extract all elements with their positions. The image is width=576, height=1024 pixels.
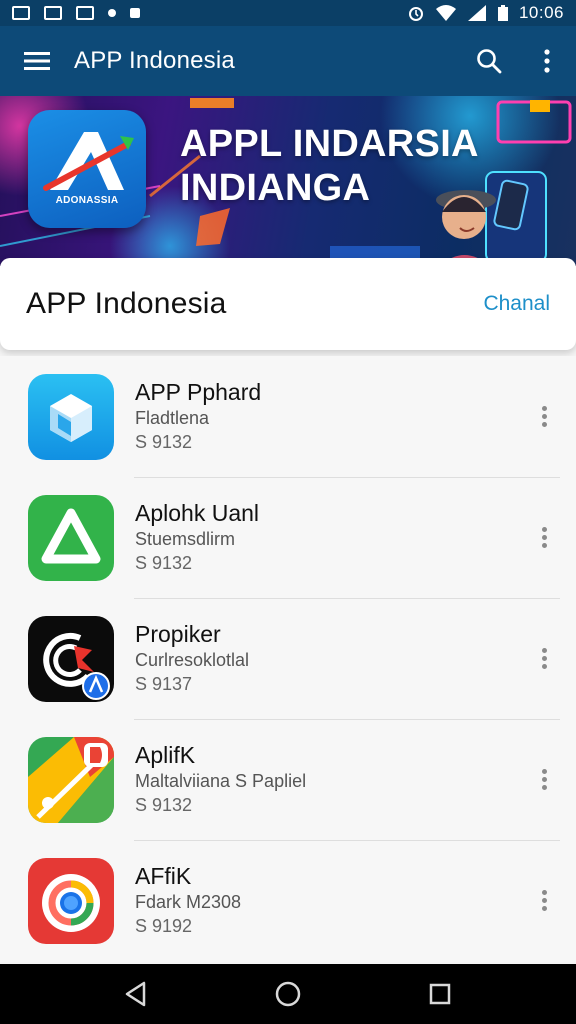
promo-banner[interactable]: ADONASSIA APPL INDARSIA INDIANGA (0, 96, 576, 266)
list-item[interactable]: Aplohk Uanl Stuemsdlirm S 9132 (0, 477, 576, 598)
banner-headline-line-1: APPL INDARSIA (180, 123, 479, 165)
banner-app-logo: ADONASSIA (28, 110, 146, 228)
more-vert-icon[interactable] (530, 881, 558, 921)
more-vert-icon[interactable] (530, 760, 558, 800)
system-icons: 10:06 (407, 3, 564, 23)
more-vert-icon[interactable] (530, 639, 558, 679)
app-info: Propiker Curlresoklotlal S 9137 (135, 620, 249, 696)
signal-icon (467, 5, 486, 21)
system-nav-bar (0, 964, 576, 1024)
app-name: Aplohk Uanl (135, 500, 260, 526)
app-icon-target (28, 615, 114, 702)
app-info: AplifK Maltalviiana S Papliel S 9132 (135, 741, 306, 817)
home-button[interactable] (258, 964, 318, 1024)
home-circle-icon (275, 981, 301, 1007)
app-subtitle: Fdark M2308 (135, 892, 242, 912)
app-notification-icon (76, 6, 94, 20)
app-icon-ring (28, 857, 114, 944)
ring-icon (28, 857, 114, 944)
recents-square-icon (429, 983, 451, 1005)
list-item[interactable]: AFfiK Fdark M2308 S 9192 (0, 840, 576, 961)
app-name: AplifK (135, 742, 196, 768)
menu-button[interactable] (0, 26, 74, 96)
section-header: APP Indonesia Chanal (0, 258, 576, 350)
hamburger-menu-icon (24, 52, 50, 70)
app-icon-triangle (28, 494, 114, 581)
alarm-icon (408, 7, 423, 21)
square-notification-icon (130, 8, 140, 18)
app-subtitle: Maltalviiana S Papliel (135, 771, 307, 791)
overflow-menu-button[interactable] (518, 26, 576, 96)
back-triangle-icon (125, 981, 146, 1007)
wifi-icon (435, 5, 456, 21)
banner-person-illustration (436, 179, 529, 266)
image-notification-icon (12, 6, 30, 20)
section-link[interactable]: Chanal (483, 292, 550, 316)
banner-logo-text: ADONASSIA (55, 195, 119, 206)
app-size: S 9137 (135, 674, 193, 694)
app-size: S 9132 (135, 553, 193, 573)
app-info: Aplohk Uanl Stuemsdlirm S 9132 (135, 499, 259, 575)
battery-icon (497, 5, 508, 21)
app-subtitle: Fladtlena (135, 408, 210, 428)
triangle-icon (28, 494, 114, 581)
app-bar-actions (460, 26, 576, 96)
dot-notification-icon (108, 9, 116, 17)
cube-icon (28, 373, 114, 460)
app-size: S 9132 (135, 432, 193, 452)
search-button[interactable] (460, 26, 518, 96)
status-bar: 10:06 (0, 0, 576, 26)
app-bar: APP Indonesia (0, 26, 576, 96)
recents-button[interactable] (410, 964, 470, 1024)
app-list: APP Pphard Fladtlena S 9132 Aplohk Uanl … (0, 356, 576, 962)
app-name: AFfiK (135, 863, 192, 889)
more-vert-icon[interactable] (530, 397, 558, 437)
list-item[interactable]: APP Pphard Fladtlena S 9132 (0, 356, 576, 477)
app-icon-cube (28, 373, 114, 460)
app-name: APP Pphard (135, 379, 262, 405)
logo-letter-a-icon (43, 132, 134, 191)
target-icon (28, 615, 114, 702)
app-info: AFfiK Fdark M2308 S 9192 (135, 862, 241, 938)
search-icon (477, 49, 502, 74)
app-title: APP Indonesia (74, 47, 235, 74)
section-title: APP Indonesia (26, 287, 227, 320)
map-icon (28, 736, 114, 823)
list-item[interactable]: AplifK Maltalviiana S Papliel S 9132 (0, 719, 576, 840)
notification-icons (12, 6, 140, 20)
app-screen: 10:06 APP Indonesia ADONASSIA APPL INDAR… (0, 0, 576, 1024)
app-icon-map (28, 736, 114, 823)
back-button[interactable] (106, 964, 166, 1024)
app-subtitle: Curlresoklotlal (135, 650, 250, 670)
app-info: APP Pphard Fladtlena S 9132 (135, 378, 261, 454)
app-size: S 9192 (135, 916, 193, 936)
gallery-notification-icon (44, 6, 62, 20)
clock: 10:06 (518, 3, 564, 22)
more-vert-icon (544, 49, 550, 73)
app-subtitle: Stuemsdlirm (135, 529, 236, 549)
more-vert-icon[interactable] (530, 518, 558, 558)
app-name: Propiker (135, 621, 221, 647)
app-size: S 9132 (135, 795, 193, 815)
list-item[interactable]: Propiker Curlresoklotlal S 9137 (0, 598, 576, 719)
